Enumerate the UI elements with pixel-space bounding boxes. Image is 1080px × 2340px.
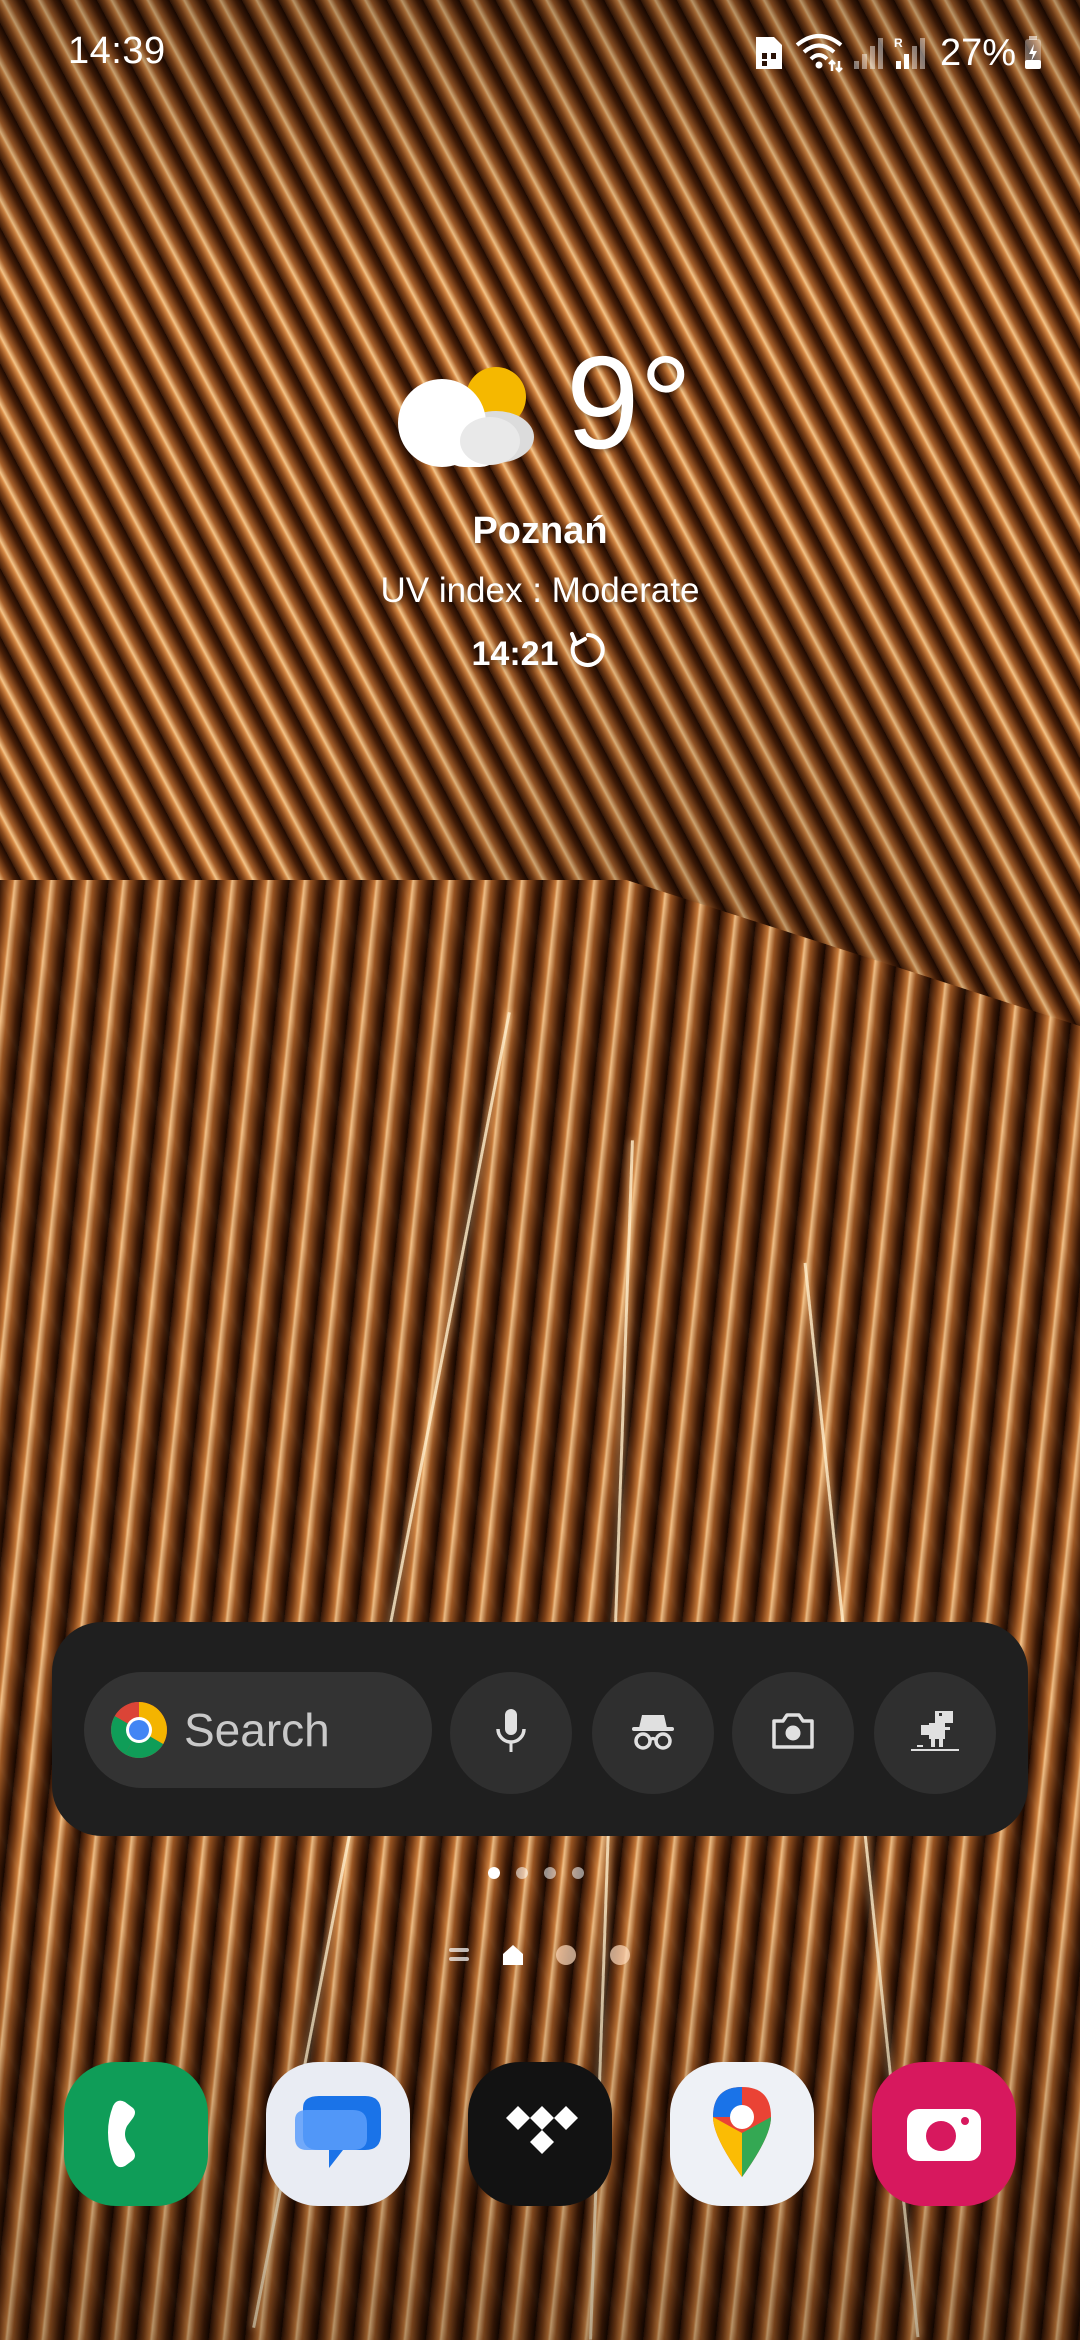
refresh-icon[interactable]: [568, 630, 608, 679]
app-dock: [0, 2062, 1080, 2212]
battery-charging-icon: [1024, 36, 1042, 70]
home-icon: [502, 1944, 524, 1966]
page-dot: [544, 1867, 556, 1879]
lens-camera-icon: [770, 1711, 816, 1756]
svg-text:R: R: [894, 36, 903, 50]
dino-game-button[interactable]: [874, 1672, 996, 1794]
phone-app-icon[interactable]: [64, 2062, 208, 2206]
dino-icon: [909, 1709, 961, 1758]
uv-index: UV index : Moderate: [380, 571, 700, 610]
maps-app-icon[interactable]: [670, 2062, 814, 2206]
google-search-widget: Search: [52, 1622, 1028, 1836]
messages-app-icon[interactable]: [266, 2062, 410, 2206]
mic-icon: [494, 1707, 528, 1760]
voice-search-button[interactable]: [450, 1672, 572, 1794]
signal-roaming-icon: R: [894, 35, 928, 71]
status-icons: R 27%: [752, 30, 1042, 76]
signal-icon: [852, 35, 886, 71]
weather-widget[interactable]: 9° Poznań UV index : Moderate 14:21: [290, 337, 790, 685]
last-updated: 14:21: [290, 630, 790, 679]
search-bar[interactable]: Search: [84, 1672, 432, 1788]
page-dot: [556, 1945, 576, 1965]
page-dot: [488, 1867, 500, 1879]
incognito-button[interactable]: [592, 1672, 714, 1794]
city-name: Poznań: [472, 510, 608, 552]
battery-percent: 27%: [939, 31, 1016, 74]
incognito-icon: [628, 1711, 678, 1756]
camera-app-icon[interactable]: [872, 2062, 1016, 2206]
page-dot: [516, 1867, 528, 1879]
page-dot: [610, 1945, 630, 1965]
tidal-app-icon[interactable]: [468, 2062, 612, 2206]
temperature: 9°: [566, 329, 693, 476]
status-bar: 14:39 R 27%: [0, 0, 1080, 106]
updated-time: 14:21: [471, 635, 559, 673]
widget-page-indicator: [488, 1867, 584, 1879]
chrome-icon: [110, 1701, 168, 1759]
wifi-icon: [794, 33, 844, 73]
lens-search-button[interactable]: [732, 1672, 854, 1794]
status-time: 14:39: [68, 30, 166, 72]
page-list-icon: [449, 1948, 469, 1962]
partly-cloudy-icon: [390, 359, 540, 469]
sim-card-icon: [752, 35, 786, 71]
home-page-indicator[interactable]: [444, 1940, 644, 1970]
page-dot: [572, 1867, 584, 1879]
search-placeholder: Search: [184, 1704, 330, 1756]
